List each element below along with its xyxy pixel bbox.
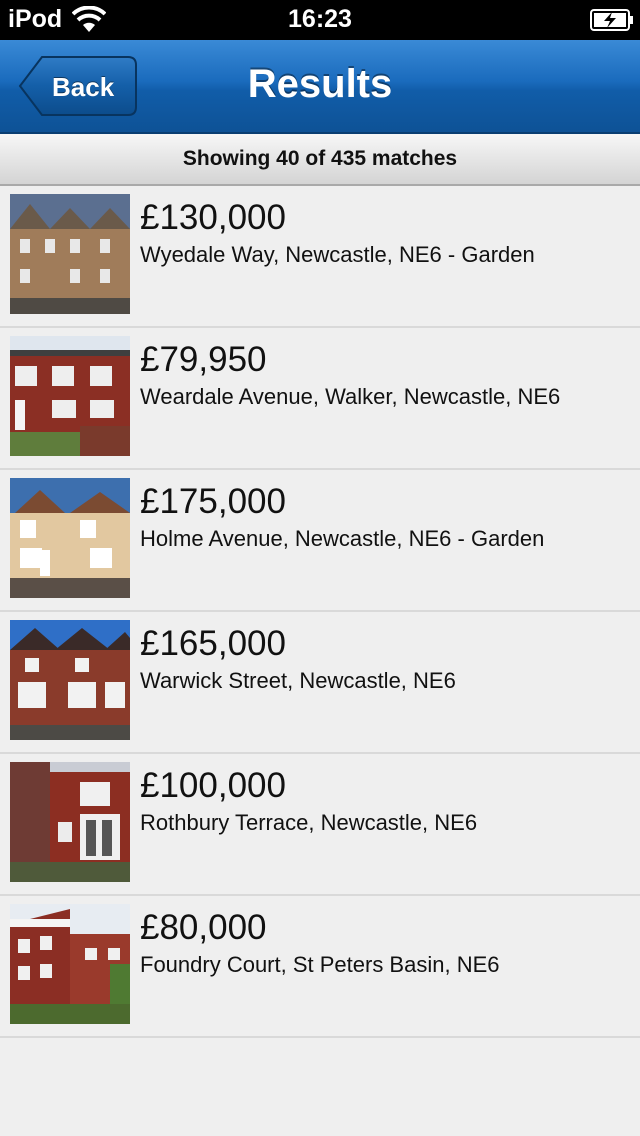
status-time: 16:23 — [288, 5, 352, 33]
page-title: Results — [247, 62, 393, 106]
property-price: £100,000 — [140, 766, 286, 805]
property-photo — [10, 904, 130, 1024]
list-item[interactable]: £100,000 Rothbury Terrace, Newcastle, NE… — [0, 754, 640, 896]
property-price: £79,950 — [140, 340, 267, 379]
property-price: £165,000 — [140, 624, 286, 663]
list-item[interactable]: £130,000 Wyedale Way, Newcastle, NE6 - G… — [0, 186, 640, 328]
property-photo — [10, 478, 130, 598]
property-address: Foundry Court, St Peters Basin, NE6 — [140, 952, 500, 977]
property-photo — [10, 620, 130, 740]
status-bar: iPod 16:23 — [0, 0, 640, 40]
property-address: Warwick Street, Newcastle, NE6 — [140, 668, 456, 693]
property-address: Rothbury Terrace, Newcastle, NE6 — [140, 810, 478, 835]
property-photo — [10, 194, 130, 314]
property-price: £130,000 — [140, 198, 286, 237]
battery-charging-icon — [590, 9, 633, 31]
property-photo — [10, 336, 130, 456]
property-address: Holme Avenue, Newcastle, NE6 - Garden — [140, 526, 545, 551]
list-item[interactable]: £80,000 Foundry Court, St Peters Basin, … — [0, 896, 640, 1038]
list-item[interactable]: £175,000 Holme Avenue, Newcastle, NE6 - … — [0, 470, 640, 612]
property-price: £80,000 — [140, 908, 267, 947]
list-item[interactable]: £165,000 Warwick Street, Newcastle, NE6 — [0, 612, 640, 754]
property-photo — [10, 762, 130, 882]
results-summary: Showing 40 of 435 matches — [0, 134, 640, 186]
list-item[interactable]: £79,950 Weardale Avenue, Walker, Newcast… — [0, 328, 640, 470]
property-address: Weardale Avenue, Walker, Newcastle, NE6 — [140, 384, 561, 409]
navigation-bar: Back Results — [0, 40, 640, 134]
property-price: £175,000 — [140, 482, 286, 521]
results-list: £130,000 Wyedale Way, Newcastle, NE6 - G… — [0, 186, 640, 1038]
property-address: Wyedale Way, Newcastle, NE6 - Garden — [140, 242, 535, 267]
